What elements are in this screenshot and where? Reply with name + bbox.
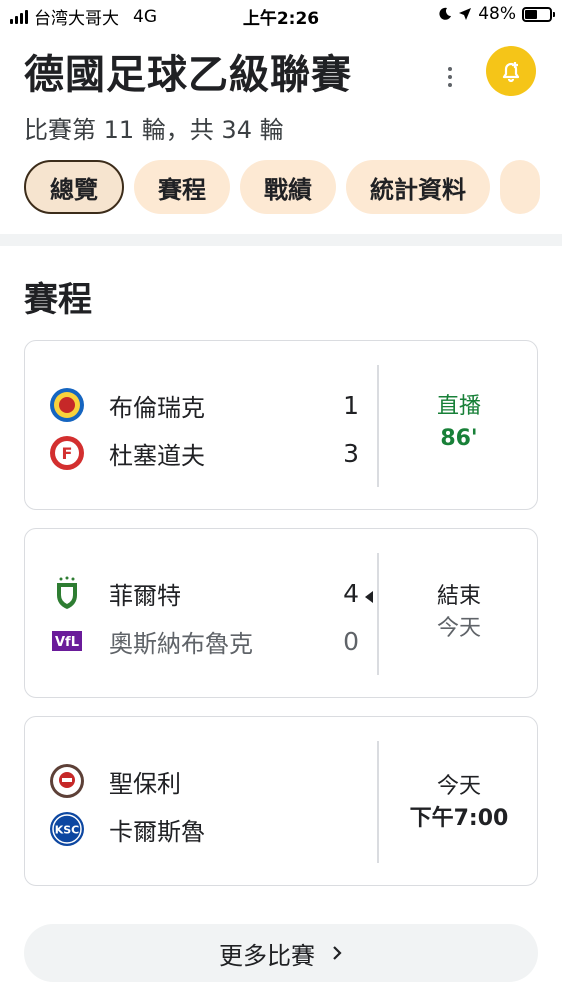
- team-score: 0: [343, 626, 359, 656]
- braunschweig-crest-icon: [50, 388, 84, 422]
- more-options-icon[interactable]: [440, 62, 460, 92]
- st-pauli-crest-icon: [50, 764, 84, 798]
- status-line-2: 今天: [436, 616, 481, 641]
- osnabruck-crest-icon: VfL: [52, 631, 82, 651]
- battery-icon: [522, 6, 555, 22]
- team-name: 杜塞道夫: [109, 441, 205, 470]
- away-team-row: KSC 卡爾斯魯: [49, 809, 359, 849]
- status-bar: 台湾大哥大 4G 上午2:26 48%: [0, 0, 562, 30]
- tab-schedule[interactable]: 賽程: [134, 160, 230, 214]
- dusseldorf-crest-icon: F: [50, 436, 84, 470]
- match-status: 結束 今天: [379, 581, 539, 645]
- section-divider: [0, 234, 562, 246]
- match-card[interactable]: 菲爾特 4 VfL 奧斯納布魯克 0 結束 今天: [24, 528, 538, 698]
- more-matches-button[interactable]: 更多比賽: [24, 924, 538, 982]
- karlsruhe-crest-icon: KSC: [50, 812, 84, 846]
- status-line-1: 結束: [436, 584, 481, 609]
- svg-text:VfL: VfL: [55, 635, 79, 650]
- furth-crest-icon: [57, 576, 77, 609]
- svg-text:F: F: [62, 444, 73, 463]
- tab-more[interactable]: [500, 160, 540, 214]
- home-team-row: 菲爾特 4: [49, 573, 359, 613]
- status-line-1: 今天: [436, 774, 481, 799]
- away-team-row: F 杜塞道夫 3: [49, 433, 359, 473]
- svg-text:KSC: KSC: [55, 824, 80, 837]
- tab-overview[interactable]: 總覽: [24, 160, 124, 214]
- team-name: 布倫瑞克: [109, 393, 205, 422]
- away-team-row: VfL 奧斯納布魯克 0: [49, 621, 359, 661]
- tab-standings[interactable]: 戰績: [240, 160, 336, 214]
- team-score: 4: [343, 578, 359, 608]
- bell-add-icon: [502, 62, 520, 83]
- winner-indicator-icon: [365, 591, 373, 603]
- status-right: 48%: [438, 4, 555, 24]
- status-line-1: 直播: [436, 394, 481, 419]
- match-status: 今天 下午7:00: [379, 771, 539, 835]
- team-name: 奧斯納布魯克: [109, 629, 253, 658]
- notification-button[interactable]: [486, 46, 536, 96]
- kickoff-time: 下午7:00: [409, 806, 509, 831]
- home-team-row: 聖保利: [49, 761, 359, 801]
- round-subtitle: 比賽第 11 輪，共 34 輪: [24, 116, 284, 144]
- home-team-row: 布倫瑞克 1: [49, 385, 359, 425]
- team-name: 聖保利: [109, 769, 181, 798]
- team-name: 卡爾斯魯: [109, 817, 205, 846]
- live-minute: 86': [440, 426, 478, 451]
- match-card[interactable]: 布倫瑞克 1 F 杜塞道夫 3 直播 86': [24, 340, 538, 510]
- chevron-right-icon: [333, 946, 342, 960]
- match-status: 直播 86': [379, 391, 539, 455]
- team-name: 菲爾特: [109, 581, 181, 610]
- team-score: 3: [343, 438, 359, 468]
- battery-percent: 48%: [478, 4, 516, 24]
- moon-icon: [439, 7, 452, 20]
- location-arrow-icon: [459, 8, 472, 20]
- tab-stats[interactable]: 統計資料: [346, 160, 490, 214]
- section-title: 賽程: [24, 280, 92, 320]
- match-card[interactable]: 聖保利 KSC 卡爾斯魯 今天 下午7:00: [24, 716, 538, 886]
- page-title: 德國足球乙級聯賽: [24, 52, 352, 98]
- team-score: 1: [343, 390, 359, 420]
- tab-bar: 總覽 賽程 戰績 統計資料: [24, 160, 540, 214]
- more-matches-label: 更多比賽: [219, 941, 315, 970]
